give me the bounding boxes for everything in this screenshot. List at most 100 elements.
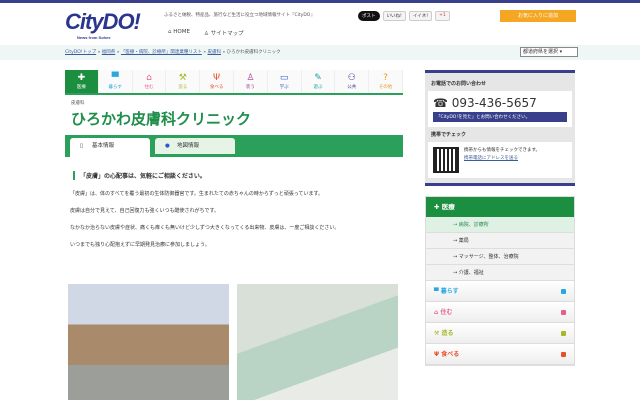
logo-text: CityDO! (65, 9, 141, 34)
menu-sub-item[interactable]: → マッサージ、整体、治療院 (426, 249, 574, 265)
x-post-button[interactable]: ポスト (358, 11, 380, 21)
expand-icon (561, 289, 566, 294)
category-tab-housing[interactable]: ⌂ 住む (132, 70, 167, 93)
page-title: ひろかわ皮膚科クリニック (71, 110, 252, 128)
medical-icon: ✚ (77, 73, 86, 83)
logo-sub: News from Sohee (77, 35, 111, 40)
question-icon: ? (383, 73, 388, 83)
breadcrumb-link[interactable]: 「医療・病院、診療所」関連業種リスト (121, 50, 202, 55)
category-label: 医療 (76, 85, 86, 90)
main-content: 皮膚科 ひろかわ皮膚科クリニック ▯ 基本情報 ● 地図情報 「皮膚」の心配事は、気… (65, 100, 403, 248)
fork-knife-icon: Ψ (213, 73, 221, 83)
google-plus-button[interactable]: +1 (435, 11, 450, 21)
breadcrumb: CityDO!トップ » 福岡県 » 「医療・病院、診療所」関連業種リスト » … (65, 50, 281, 55)
category-tab-other[interactable]: ? その他 (369, 70, 403, 93)
mobile-text: 携帯からも情報をチェックできます。 (464, 148, 541, 153)
tab-map-info[interactable]: ● 地図情報 (155, 138, 235, 154)
menu-housing[interactable]: ⌂ 住む (426, 302, 574, 323)
breadcrumb-link[interactable]: 福岡県 (102, 50, 116, 55)
category-label: 学ぶ (279, 85, 289, 90)
add-favorite-button[interactable]: お気に入りに追加 (500, 10, 576, 22)
menu-label: 住む (440, 309, 453, 316)
mobile-heading: 携帯でチェック (431, 132, 467, 138)
header-nav: ⌂ HOME ♙ サイトマップ (168, 29, 244, 37)
category-label: 暮らす (108, 85, 122, 90)
menu-label: 暮らす (440, 288, 459, 295)
category-tab-eat[interactable]: Ψ 食べる (200, 70, 234, 93)
sitemap-label: サイトマップ (210, 31, 244, 37)
expand-icon (561, 331, 566, 336)
category-tab-medical[interactable]: ✚ 医療 (65, 70, 99, 93)
category-tab-wear[interactable]: ♙ 装う (233, 70, 268, 93)
house-icon: ⌂ (146, 73, 152, 83)
tab-label: 基本情報 (92, 143, 115, 149)
category-tab-play[interactable]: ✎ 遊ぶ (301, 70, 336, 93)
facebook-like-button[interactable]: いいね! (382, 11, 406, 21)
prefecture-select[interactable]: 都道府県を選択 ▾ (520, 47, 578, 57)
category-label: 住む (144, 85, 154, 90)
paragraph: 「皮膚」は、体のすべてを覆う最初の生体防御器官です。生まれたての赤ちゃんの時から… (70, 191, 324, 197)
dress-icon: ♙ (246, 73, 255, 83)
category-label: 造る (178, 85, 188, 90)
menu-label: 造る (441, 330, 454, 337)
category-label: 装う (245, 85, 255, 90)
breadcrumb-link[interactable]: CityDO!トップ (65, 50, 96, 55)
menu-sub-item[interactable]: → 薬局 (426, 233, 574, 249)
photos (68, 284, 398, 400)
desk-icon: ▀ (111, 73, 119, 83)
breadcrumb-bar: CityDO!トップ » 福岡県 » 「医療・病院、診療所」関連業種リスト » … (0, 45, 640, 60)
breadcrumb-current: ひろかわ皮膚科クリニック (226, 50, 281, 55)
laptop-icon: ▭ (279, 73, 289, 83)
prefecture-select-value: 都道府県を選択 (523, 49, 559, 55)
tagline: ふるさと納税、特産品、旅行など生活に役立つ地域情報サイト『CityDO』 (164, 13, 315, 18)
tab-label: 地図情報 (177, 143, 200, 149)
category-tab-public[interactable]: ⚇ 公共 (335, 70, 370, 93)
clinic-exterior-photo (68, 284, 229, 400)
sidebar: お電話でのお問い合わせ ☎ 093-436-5657 「CityDO!を見た」と… (425, 70, 575, 366)
menu-living[interactable]: ▀ 暮らす (426, 281, 574, 302)
category-label: その他 (378, 85, 393, 90)
category-tab-living[interactable]: ▀ 暮らす (98, 70, 133, 93)
category-label: 公共 (347, 85, 357, 90)
menu-label: 食べる (441, 351, 460, 358)
contact-box: お電話でのお問い合わせ ☎ 093-436-5657 「CityDO!を見た」と… (425, 70, 575, 186)
menu-sub-item[interactable]: → 病院、診療所 (426, 217, 574, 233)
expand-icon (561, 310, 566, 315)
category-label: 食べる (209, 85, 224, 90)
clinic-waiting-room-photo (237, 284, 398, 400)
tab-basic-info[interactable]: ▯ 基本情報 (70, 138, 150, 157)
logo[interactable]: CityDO! News from Sohee (65, 9, 141, 40)
category-nav: ✚ 医療 ▀ 暮らす ⌂ 住む ⚒ 造る Ψ 食べる ♙ 装う ▭ 学ぶ ✎ 遊ぶ ⚇ 公共 ? そ… (65, 70, 403, 95)
notebook-icon: ▯ (80, 143, 84, 149)
category-tab-learn[interactable]: ▭ 学ぶ (267, 70, 302, 93)
home-label: HOME (173, 29, 190, 35)
home-link[interactable]: ⌂ HOME (168, 29, 190, 37)
menu-build[interactable]: ⚒ 造る (426, 323, 574, 344)
menu-eat[interactable]: Ψ 食べる (426, 344, 574, 365)
phone-heading: お電話でのお問い合わせ (431, 81, 487, 87)
header: CityDO! News from Sohee ふるさと納税、特産品、旅行など生活… (0, 3, 640, 45)
lead-heading: 「皮膚」の心配事は、気軽にご相談ください。 (73, 171, 403, 180)
breadcrumb-link[interactable]: 皮膚科 (208, 50, 222, 55)
phone-number: ☎ 093-436-5657 (433, 96, 537, 110)
menu-label: 医療 (441, 203, 455, 211)
category-label: 遊ぶ (313, 85, 323, 90)
mixi-button[interactable]: イイネ! (408, 11, 433, 21)
paragraph: なかなか治らない皮膚や症状、痛くも痒くも無いけど少しずつ大きくなってくる出来物、… (70, 225, 340, 231)
subcategory: 皮膚科 (71, 101, 85, 106)
category-menu: ✚ 医療 → 病院、診療所 → 薬局 → マッサージ、整体、治療院 → 介護、福… (425, 196, 575, 366)
expand-icon (561, 352, 566, 357)
pen-icon: ✎ (314, 73, 322, 83)
people-icon: ⚇ (347, 73, 356, 83)
phone-note: 「CityDO!を見た」とお問い合わせください。 (433, 112, 567, 122)
menu-sub-item[interactable]: → 介護、福祉 (426, 265, 574, 281)
paragraph: いつまでも独り心配抱えずに早期発見治療に参加しましょう。 (70, 242, 210, 248)
category-tab-build[interactable]: ⚒ 造る (166, 70, 201, 93)
menu-medical[interactable]: ✚ 医療 (426, 197, 574, 217)
social-buttons: ポスト いいね! イイネ! +1 (358, 11, 450, 21)
send-address-link[interactable]: 携帯電話にアドレスを送る (464, 155, 540, 163)
wrench-icon: ⚒ (178, 73, 187, 83)
paragraph: 皮膚は自分で見えて、自己回復力も強くいつも酷使されがちです。 (70, 208, 220, 214)
globe-icon: ● (165, 143, 170, 149)
sitemap-link[interactable]: ♙ サイトマップ (204, 29, 244, 37)
